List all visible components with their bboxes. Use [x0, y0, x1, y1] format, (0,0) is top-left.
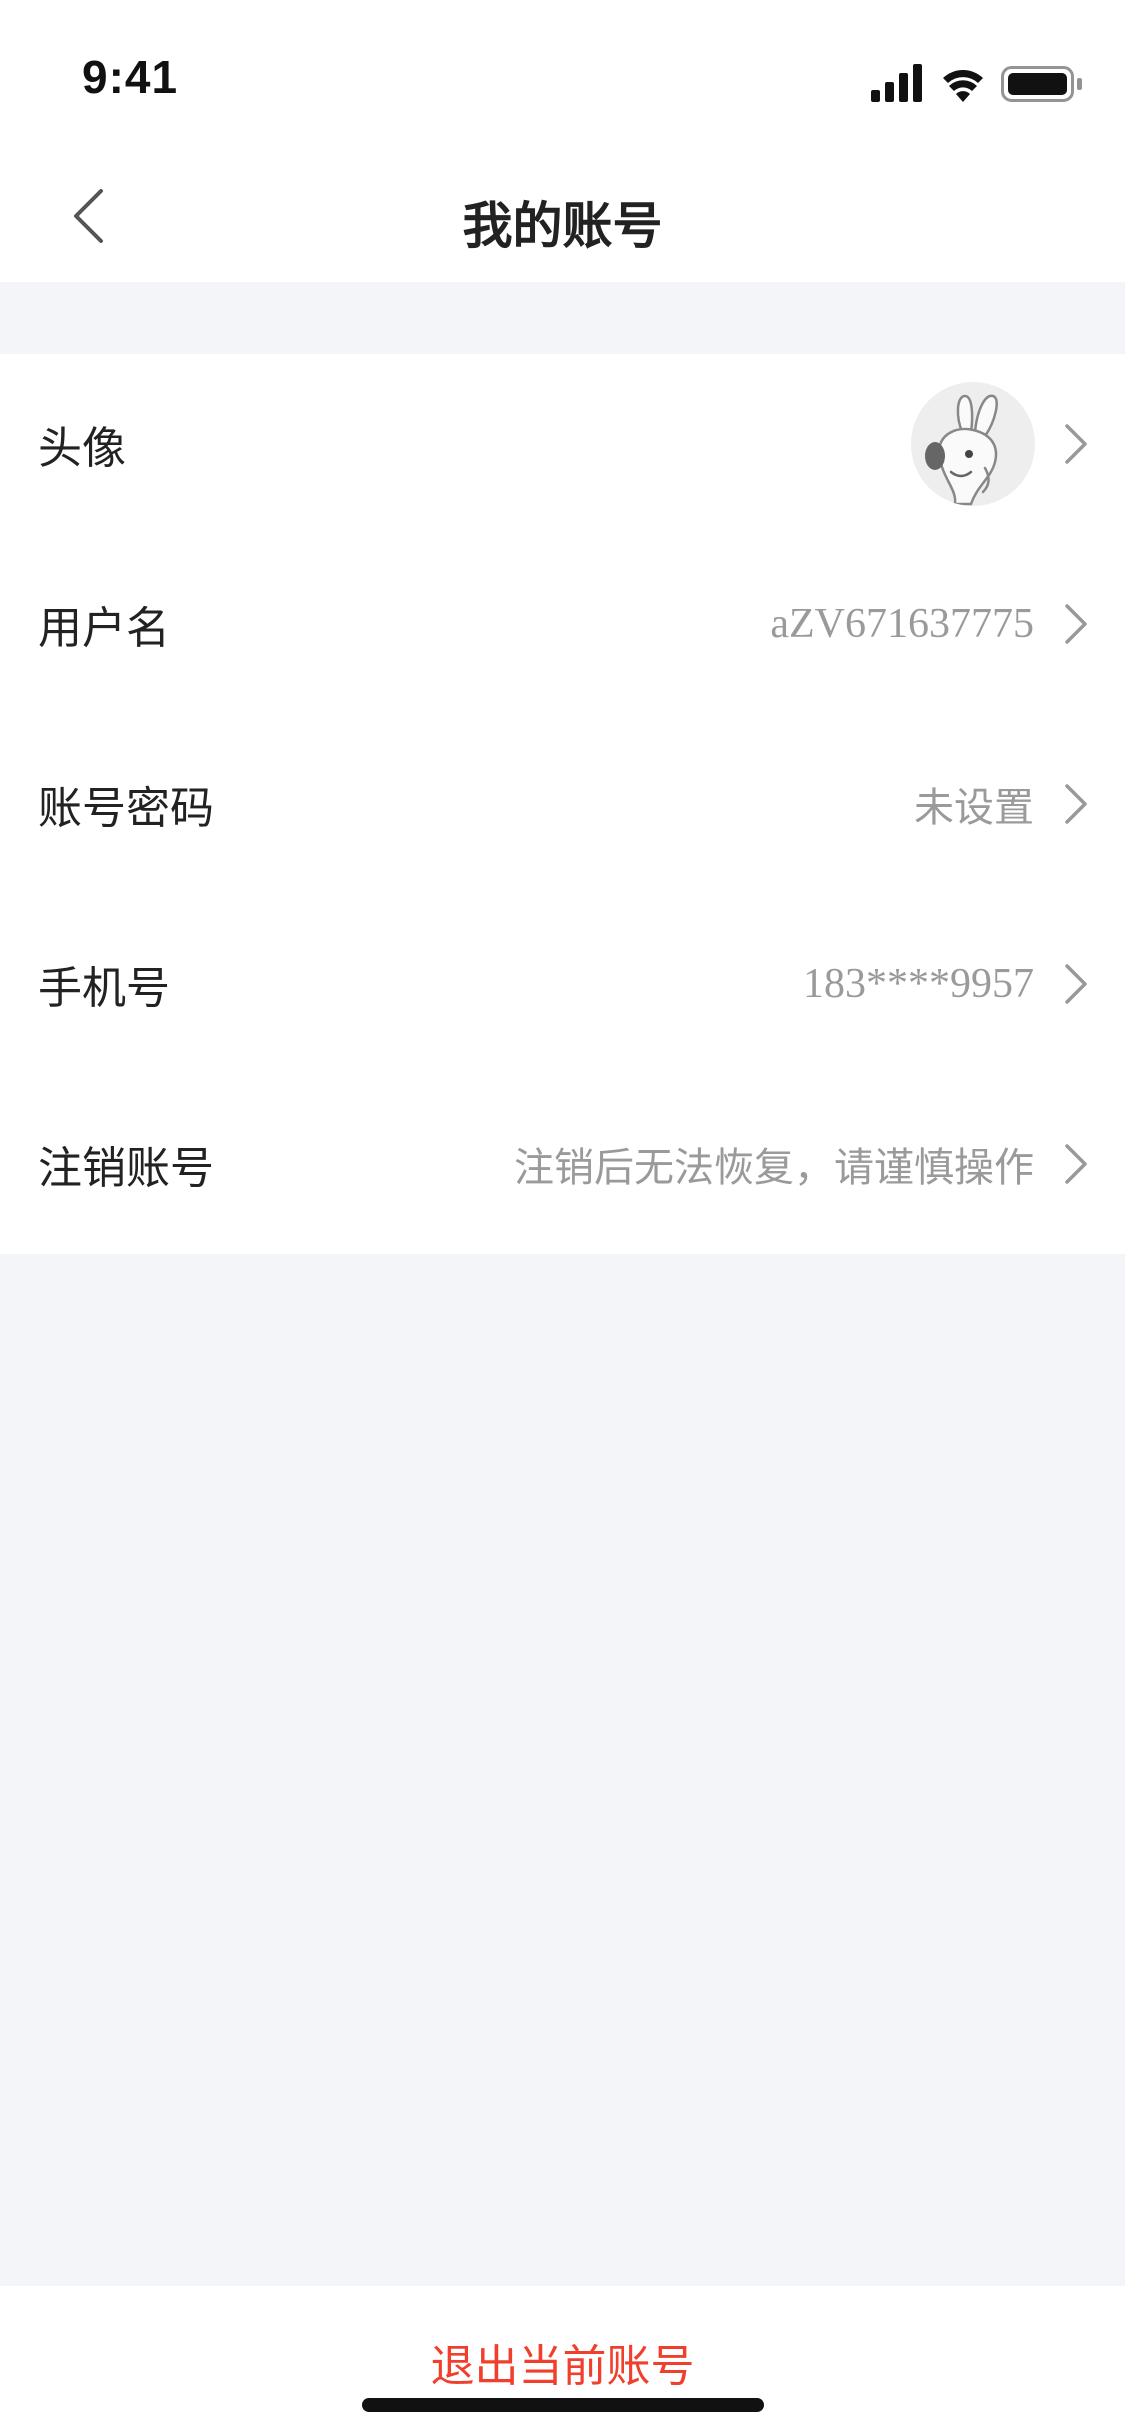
row-label: 注销账号 — [38, 1143, 214, 1194]
signal-icon — [871, 64, 922, 102]
wifi-icon — [943, 70, 983, 102]
home-indicator — [362, 2398, 764, 2412]
row-avatar[interactable]: 头像 — [0, 354, 1125, 534]
chevron-right-icon — [1065, 964, 1087, 1004]
row-password[interactable]: 账号密码 未设置 — [0, 714, 1125, 894]
delete-account-hint: 注销后无法恢复，请谨慎操作 — [514, 1145, 1034, 1191]
logout-button[interactable]: 退出当前账号 — [0, 2330, 1125, 2394]
avatar — [911, 382, 1035, 506]
account-settings-list: 头像 用户名 aZV671637775 账号密码 未设置 手机号 183****… — [0, 354, 1125, 1254]
row-username[interactable]: 用户名 aZV671637775 — [0, 534, 1125, 714]
nav-bar: 我的账号 — [0, 150, 1125, 282]
row-label: 账号密码 — [38, 783, 214, 834]
page-title: 我的账号 — [462, 197, 663, 255]
status-bar: 9:41 — [0, 0, 1125, 150]
status-time: 9:41 — [82, 51, 179, 103]
chevron-right-icon — [1065, 784, 1087, 824]
rabbit-avatar-icon — [911, 382, 1035, 506]
row-phone[interactable]: 手机号 183****9957 — [0, 894, 1125, 1074]
bottom-bar: 退出当前账号 — [0, 2286, 1125, 2436]
row-label: 用户名 — [38, 603, 170, 654]
phone-value: 183****9957 — [803, 961, 1034, 1007]
row-delete-account[interactable]: 注销账号 注销后无法恢复，请谨慎操作 — [0, 1074, 1125, 1254]
row-label: 手机号 — [38, 963, 170, 1014]
chevron-right-icon — [1065, 424, 1087, 464]
password-value: 未设置 — [914, 785, 1034, 831]
chevron-right-icon — [1065, 1144, 1087, 1184]
username-value: aZV671637775 — [770, 601, 1034, 647]
chevron-right-icon — [1065, 604, 1087, 644]
status-icons-svg — [871, 64, 1082, 102]
battery-icon — [1001, 66, 1082, 102]
row-label: 头像 — [38, 423, 126, 474]
status-icons — [871, 62, 1091, 104]
